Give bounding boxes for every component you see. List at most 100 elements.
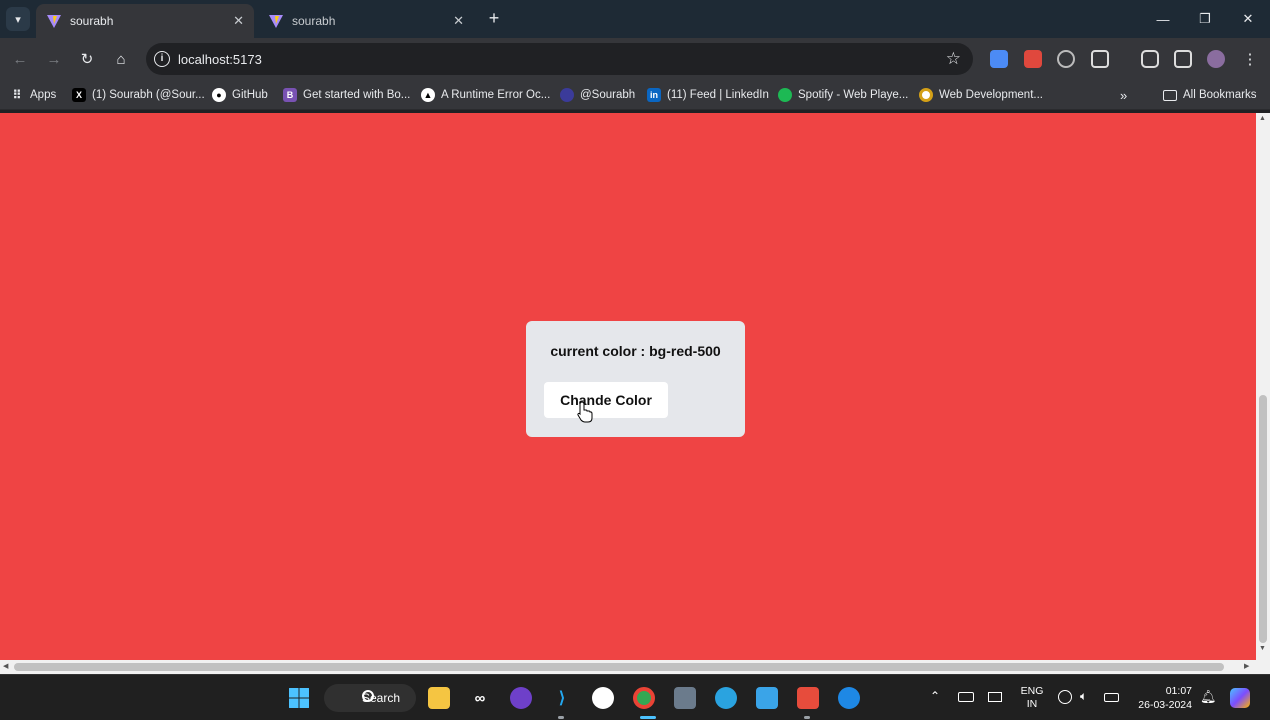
bookmark-label: Apps bbox=[30, 89, 57, 101]
bookmark-label: GitHub bbox=[232, 89, 268, 101]
forward-arrow-icon[interactable]: → bbox=[42, 47, 66, 71]
running-indicator bbox=[804, 716, 810, 719]
bookmark-hashnode[interactable]: @Sourabh bbox=[560, 86, 635, 104]
hashnode-icon bbox=[560, 88, 574, 102]
windows-start-icon[interactable] bbox=[288, 687, 310, 709]
notepad-icon[interactable] bbox=[756, 687, 778, 709]
color-card: current color : bg-red-500 Chande Color bbox=[526, 321, 745, 437]
horizontal-scrollbar[interactable]: ◀ ▶ bbox=[0, 660, 1256, 674]
scroll-down-icon[interactable]: ▼ bbox=[1259, 645, 1266, 652]
notification-bell-icon[interactable]: 🔔︎ bbox=[1200, 689, 1217, 705]
network-globe-icon[interactable] bbox=[1058, 690, 1072, 704]
bookmark-label: Get started with Bo... bbox=[303, 89, 411, 101]
address-bar[interactable]: i localhost:5173 ☆ bbox=[146, 43, 973, 75]
active-app-indicator bbox=[640, 716, 656, 719]
copilot-icon[interactable] bbox=[1230, 688, 1250, 708]
telegram-icon[interactable] bbox=[715, 687, 737, 709]
scrollbar-thumb[interactable] bbox=[1259, 395, 1267, 643]
scroll-up-icon[interactable]: ▲ bbox=[1259, 115, 1266, 122]
bookmark-linkedin[interactable]: in (11) Feed | LinkedIn bbox=[647, 86, 769, 104]
window-close-button[interactable]: ✕ bbox=[1227, 0, 1269, 38]
bookmark-github[interactable]: ● GitHub bbox=[212, 86, 268, 104]
chrome-favicon-icon bbox=[919, 88, 933, 102]
scroll-right-icon[interactable]: ▶ bbox=[1244, 662, 1249, 670]
bookmark-bootstrap[interactable]: B Get started with Bo... bbox=[283, 86, 410, 104]
bookmark-runtime-error[interactable]: ▲ A Runtime Error Oc... bbox=[421, 86, 550, 104]
hand-cursor-icon bbox=[577, 401, 593, 423]
change-color-button[interactable]: Chande Color bbox=[544, 382, 668, 418]
clock-time: 01:07 bbox=[1165, 685, 1192, 697]
tab-sourabh[interactable]: sourabh ✕ bbox=[258, 4, 474, 38]
close-icon[interactable]: ✕ bbox=[233, 13, 244, 29]
folder-icon bbox=[1163, 89, 1177, 101]
minimize-button[interactable]: — bbox=[1142, 0, 1184, 38]
snipping-tool-icon[interactable] bbox=[797, 687, 819, 709]
battery-icon[interactable] bbox=[1104, 693, 1119, 702]
bookmark-spotify[interactable]: Spotify - Web Playe... bbox=[778, 86, 908, 104]
tray-overflow-chevron-icon[interactable]: ⌃ bbox=[930, 689, 940, 703]
menu-kebab-icon[interactable]: ⋮ bbox=[1238, 47, 1262, 71]
bookmark-star-icon[interactable]: ☆ bbox=[946, 49, 961, 69]
clock-date: 26-03-2024 bbox=[1138, 699, 1192, 711]
vertical-scrollbar[interactable]: ▲ ▼ bbox=[1256, 113, 1270, 660]
page-viewport: current color : bg-red-500 Chande Color bbox=[0, 113, 1256, 660]
extension-icon[interactable] bbox=[990, 50, 1008, 68]
vite-icon bbox=[47, 15, 61, 28]
reload-icon[interactable]: ↻ bbox=[75, 47, 99, 71]
chrome-icon[interactable] bbox=[633, 687, 655, 709]
region-text: IN bbox=[1026, 698, 1038, 710]
triangle-icon: ▲ bbox=[421, 88, 435, 102]
new-tab-button[interactable]: + bbox=[484, 8, 504, 28]
spotify-icon bbox=[778, 88, 792, 102]
bookmark-label: (11) Feed | LinkedIn bbox=[667, 89, 769, 101]
tab-search-button[interactable]: ▾ bbox=[6, 7, 30, 31]
profile-avatar-icon[interactable] bbox=[1207, 50, 1225, 68]
taskbar-search[interactable]: Search bbox=[324, 684, 416, 712]
tab-sourabh-active[interactable]: sourabh ✕ bbox=[36, 4, 254, 38]
x-logo-icon: X bbox=[72, 88, 86, 102]
restore-button[interactable]: ❐ bbox=[1184, 0, 1226, 38]
current-color-label: current color : bg-red-500 bbox=[550, 343, 721, 359]
extensions-puzzle-icon[interactable] bbox=[1091, 50, 1109, 68]
running-indicator bbox=[558, 716, 564, 719]
copilot-loop-icon[interactable]: ∞ bbox=[469, 687, 491, 709]
close-icon[interactable]: ✕ bbox=[453, 13, 464, 29]
bookmark-apps[interactable]: ⠿ Apps bbox=[10, 86, 57, 104]
bookmarks-bar: ⠿ Apps X (1) Sourabh (@Sour... ● GitHub … bbox=[0, 80, 1270, 110]
github-desktop-icon[interactable] bbox=[510, 687, 532, 709]
bookmark-label: Web Development... bbox=[939, 89, 1043, 101]
language-text: ENG bbox=[1020, 685, 1044, 697]
browser-toolbar: ← → ↻ ⌂ i localhost:5173 ☆ ⋮ bbox=[0, 38, 1270, 80]
back-arrow-icon[interactable]: ← bbox=[8, 47, 32, 71]
display-icon[interactable] bbox=[988, 692, 1002, 702]
bookmark-x[interactable]: X (1) Sourabh (@Sour... bbox=[72, 86, 205, 104]
github-icon: ● bbox=[212, 88, 226, 102]
bookmark-label: All Bookmarks bbox=[1183, 89, 1257, 101]
site-info-icon[interactable]: i bbox=[154, 51, 170, 67]
file-explorer-icon[interactable] bbox=[428, 687, 450, 709]
edge-icon[interactable] bbox=[838, 687, 860, 709]
apps-grid-icon: ⠿ bbox=[12, 88, 22, 102]
language-indicator[interactable]: ENG IN bbox=[1016, 685, 1048, 711]
all-bookmarks-button[interactable]: All Bookmarks bbox=[1163, 86, 1257, 104]
keyboard-icon[interactable] bbox=[958, 692, 974, 702]
scrollbar-thumb[interactable] bbox=[14, 663, 1224, 671]
bookmarks-overflow-chevron-icon[interactable]: » bbox=[1120, 86, 1127, 104]
performance-icon[interactable] bbox=[1141, 50, 1159, 68]
clock[interactable]: 01:07 26-03-2024 bbox=[1130, 684, 1192, 712]
vscode-icon[interactable]: ⟩ bbox=[551, 687, 573, 709]
scrollbar-corner bbox=[1256, 660, 1270, 674]
tab-title: sourabh bbox=[70, 14, 114, 28]
home-icon[interactable]: ⌂ bbox=[109, 47, 133, 71]
scroll-left-icon[interactable]: ◀ bbox=[3, 662, 8, 670]
volume-icon[interactable]: 🔈︎ bbox=[1080, 689, 1087, 704]
extension-icon[interactable] bbox=[1057, 50, 1075, 68]
vite-icon bbox=[269, 15, 283, 28]
extension-icon[interactable] bbox=[1024, 50, 1042, 68]
github-icon[interactable] bbox=[592, 687, 614, 709]
side-panel-icon[interactable] bbox=[1174, 50, 1192, 68]
calculator-icon[interactable] bbox=[674, 687, 696, 709]
bookmark-web-development[interactable]: Web Development... bbox=[919, 86, 1043, 104]
search-icon bbox=[362, 690, 374, 702]
bootstrap-icon: B bbox=[283, 88, 297, 102]
